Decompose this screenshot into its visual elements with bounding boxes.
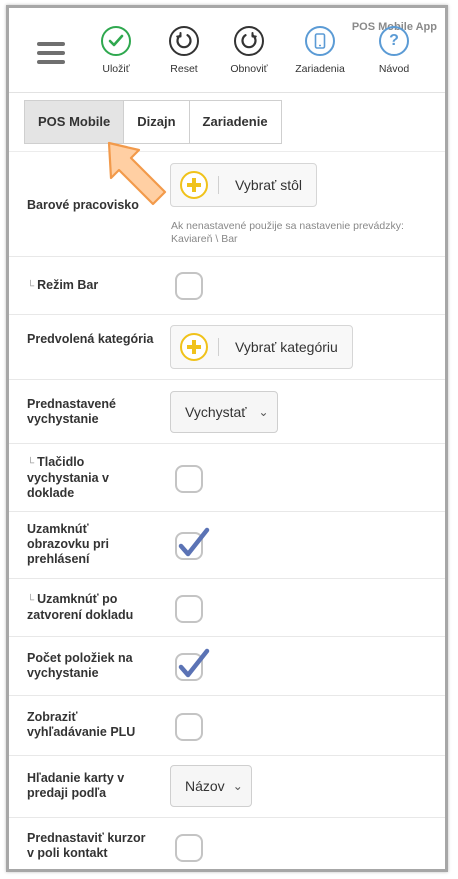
help-button[interactable]: ? Návod xyxy=(361,26,427,75)
select-table-button[interactable]: Vybrať stôl xyxy=(170,163,317,207)
default-prepare-label: Prednastavené vychystanie xyxy=(27,397,116,426)
bar-workplace-hint: Ak nenastavené použije sa nastavenie pre… xyxy=(171,220,404,245)
refresh-label: Obnoviť xyxy=(230,63,268,75)
select-category-label: Vybrať kategóriu xyxy=(235,339,338,355)
prepare-select[interactable]: Vychystať ⌄ xyxy=(170,391,278,433)
devices-label: Zariadenia xyxy=(295,63,345,75)
refresh-icon xyxy=(234,26,264,56)
hamburger-menu-icon[interactable] xyxy=(37,42,65,69)
refresh-icon xyxy=(169,26,199,56)
save-label: Uložiť xyxy=(102,63,130,75)
plus-icon xyxy=(180,333,208,361)
card-search-label: Hľadanie karty v predaji podľa xyxy=(27,771,125,800)
tab-pos-mobile[interactable]: POS Mobile xyxy=(24,100,125,144)
plu-search-label: Zobraziť vyhľadávanie PLU xyxy=(27,710,136,739)
pointer-arrow-icon xyxy=(107,141,167,206)
row-plu-search: Zobraziť vyhľadávanie PLU xyxy=(9,696,445,756)
count-items-checkbox[interactable] xyxy=(175,648,210,681)
devices-button[interactable]: Zariadenia xyxy=(287,26,353,75)
plus-icon xyxy=(180,171,208,199)
tab-device[interactable]: Zariadenie xyxy=(188,100,282,144)
cursor-contact-label: Prednastaviť kurzor v poli kontakt xyxy=(27,831,146,860)
tab-bar: POS Mobile Dizajn Zariadenie xyxy=(24,100,282,144)
app-frame: POS Mobile App Uložiť Reset Obnoviť Zari… xyxy=(6,5,448,872)
card-search-select-value: Názov xyxy=(185,778,225,794)
lock-on-login-checkbox[interactable] xyxy=(175,527,210,560)
row-card-search: Hľadanie karty v predaji podľa Názov ⌄ xyxy=(9,756,445,818)
bar-mode-checkbox[interactable] xyxy=(175,272,203,300)
question-icon: ? xyxy=(379,26,409,56)
row-lock-on-login: Uzamknúť obrazovku pri prehlásení xyxy=(9,512,445,579)
reset-button[interactable]: Reset xyxy=(151,26,217,75)
lock-after-close-label: Uzamknúť po zatvorení dokladu xyxy=(27,592,147,623)
checkmark-icon xyxy=(178,648,210,678)
lock-on-login-label: Uzamknúť obrazovku pri prehlásení xyxy=(27,522,109,566)
row-lock-after-close: Uzamknúť po zatvorení dokladu xyxy=(9,579,445,637)
row-bar-mode: Režim Bar xyxy=(9,257,445,315)
chevron-down-icon: ⌄ xyxy=(232,779,243,793)
row-prepare-button: Tlačidlo vychystania v doklade xyxy=(9,444,445,512)
select-table-label: Vybrať stôl xyxy=(235,177,302,193)
help-label: Návod xyxy=(378,63,410,75)
row-bar-workplace: Barové pracovisko Vybrať stôl Ak nenasta… xyxy=(9,152,445,257)
row-default-category: Predvolená kategória Vybrať kategóriu xyxy=(9,315,445,380)
checkmark-icon xyxy=(178,527,210,557)
count-items-label: Počet položiek na vychystanie xyxy=(27,651,133,680)
mobile-device-icon xyxy=(305,26,335,56)
tab-design[interactable]: Dizajn xyxy=(123,100,190,144)
row-cursor-contact: Prednastaviť kurzor v poli kontakt xyxy=(9,818,445,869)
row-default-prepare: Prednastavené vychystanie Vychystať ⌄ xyxy=(9,380,445,444)
check-icon xyxy=(101,26,131,56)
prepare-select-value: Vychystať xyxy=(185,404,247,420)
lock-after-close-checkbox[interactable] xyxy=(175,595,203,623)
toolbar: POS Mobile App Uložiť Reset Obnoviť Zari… xyxy=(9,8,445,93)
reset-label: Reset xyxy=(170,63,198,75)
prepare-button-label: Tlačidlo vychystania v doklade xyxy=(27,455,137,501)
select-category-button[interactable]: Vybrať kategóriu xyxy=(170,325,353,369)
default-category-label: Predvolená kategória xyxy=(27,332,154,346)
chevron-down-icon: ⌄ xyxy=(258,405,269,419)
refresh-button[interactable]: Obnoviť xyxy=(216,26,282,75)
row-count-items: Počet položiek na vychystanie xyxy=(9,637,445,696)
save-button[interactable]: Uložiť xyxy=(83,26,149,75)
cursor-contact-checkbox[interactable] xyxy=(175,834,203,862)
card-search-select[interactable]: Názov ⌄ xyxy=(170,765,252,807)
plu-search-checkbox[interactable] xyxy=(175,713,203,741)
prepare-button-checkbox[interactable] xyxy=(175,465,203,493)
bar-mode-label: Režim Bar xyxy=(27,278,155,294)
